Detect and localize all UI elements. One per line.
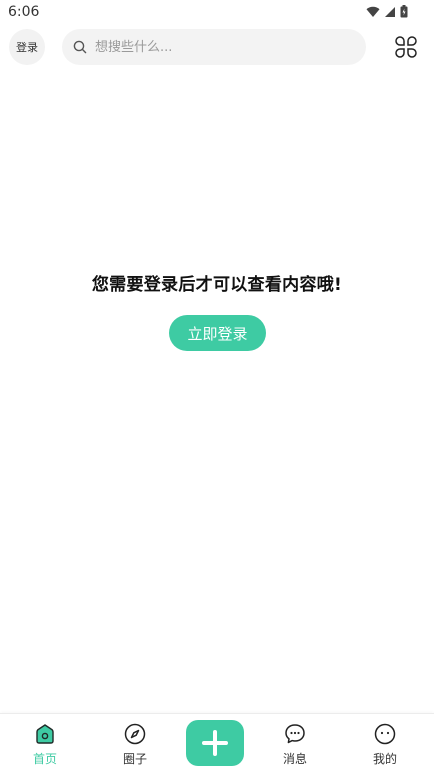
grid-menu-icon[interactable] bbox=[394, 35, 418, 59]
login-required-message-area: 您需要登录后才可以查看内容哦! bbox=[0, 270, 434, 295]
status-icons bbox=[366, 5, 408, 18]
add-post-button[interactable] bbox=[186, 720, 244, 766]
status-time: 6:06 bbox=[8, 4, 40, 20]
nav-item-messages[interactable]: 消息 bbox=[265, 722, 325, 768]
nav-item-circle[interactable]: 圈子 bbox=[105, 722, 165, 768]
wifi-icon bbox=[366, 6, 380, 17]
profile-face-icon bbox=[374, 723, 396, 745]
home-icon bbox=[36, 724, 54, 744]
nav-item-profile[interactable]: 我的 bbox=[355, 722, 415, 768]
search-input[interactable] bbox=[93, 38, 347, 56]
compass-icon bbox=[124, 723, 146, 745]
nav-label-messages: 消息 bbox=[282, 752, 307, 766]
login-required-message: 您需要登录后才可以查看内容哦! bbox=[91, 275, 343, 295]
chat-icon bbox=[285, 724, 305, 744]
login-now-button[interactable]: 立即登录 bbox=[169, 315, 266, 351]
battery-icon bbox=[400, 5, 408, 18]
search-box[interactable] bbox=[62, 29, 366, 65]
nav-label-home: 首页 bbox=[32, 752, 57, 766]
cell-signal-icon bbox=[385, 6, 395, 17]
nav-item-home[interactable]: 首页 bbox=[15, 722, 75, 768]
nav-label-profile: 我的 bbox=[372, 752, 397, 766]
search-icon bbox=[73, 40, 87, 54]
plus-icon bbox=[202, 730, 228, 756]
top-bar: 登录 bbox=[0, 28, 434, 68]
status-bar: 6:06 bbox=[0, 0, 434, 24]
nav-label-circle: 圈子 bbox=[122, 752, 147, 766]
login-chip-button[interactable]: 登录 bbox=[9, 29, 45, 65]
